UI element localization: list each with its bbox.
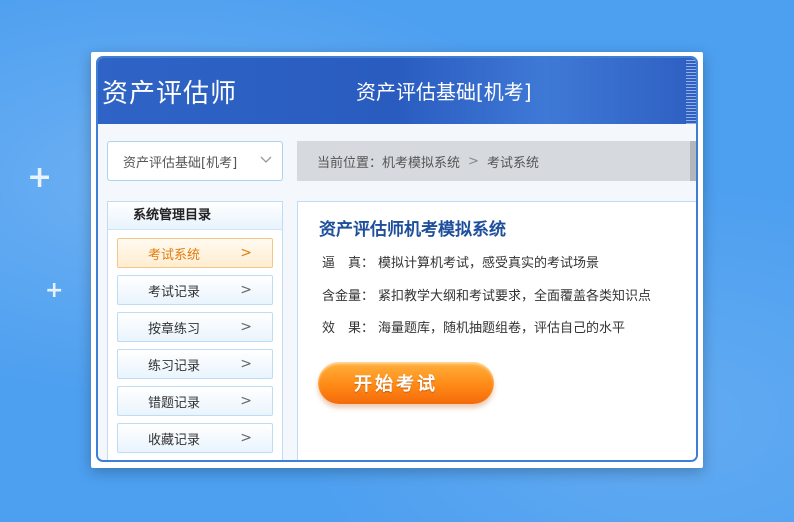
sidebar-menu: 考试系统 > 考试记录 > 按章练习 > 练习记录 > 错题记录 > 收藏记录 … xyxy=(108,230,282,453)
app-title: 资产评估师 xyxy=(102,79,238,109)
exam-window: 资产评估师 资产评估基础[机考] 资产评估基础[机考] 当前位置： 机考模拟系统… xyxy=(96,56,698,462)
breadcrumb-separator: > xyxy=(468,153,479,169)
feature-row: 效 果： 海量题库，随机抽题组卷，评估自己的水平 xyxy=(322,317,625,336)
header-banner: 资产评估师 资产评估基础[机考] xyxy=(98,58,696,124)
sidebar-title: 系统管理目录 xyxy=(108,202,282,230)
sidebar-item-label: 考试系统 xyxy=(148,247,201,263)
exam-title: 资产评估基础[机考] xyxy=(356,80,532,104)
feature-text: 海量题库，随机抽题组卷，评估自己的水平 xyxy=(378,321,626,336)
sidebar-item-label: 错题记录 xyxy=(148,395,201,411)
start-exam-button[interactable]: 开始考试 xyxy=(318,362,494,404)
breadcrumb-item[interactable]: 机考模拟系统 xyxy=(382,152,460,171)
sidebar-item-label: 按章练习 xyxy=(148,321,201,337)
sidebar-item-label: 考试记录 xyxy=(148,284,201,300)
chevron-right-icon: > xyxy=(240,282,252,298)
sidebar-item-exam-system[interactable]: 考试系统 > xyxy=(117,238,273,268)
breadcrumb-prefix: 当前位置： xyxy=(317,155,383,171)
chevron-right-icon: > xyxy=(240,430,252,446)
sidebar-item-label: 练习记录 xyxy=(148,358,201,374)
feature-text: 模拟计算机考试，感受真实的考试场景 xyxy=(378,256,600,271)
subject-select-value: 资产评估基础[机考] xyxy=(123,155,238,171)
sidebar-item-favorites[interactable]: 收藏记录 > xyxy=(117,423,273,453)
plus-icon: + xyxy=(45,278,64,303)
feature-row: 含金量： 紧扣教学大纲和考试要求，全面覆盖各类知识点 xyxy=(322,285,651,304)
feature-label: 逼 真： xyxy=(322,256,375,271)
sidebar-item-chapter-practice[interactable]: 按章练习 > xyxy=(117,312,273,342)
content-title: 资产评估师机考模拟系统 xyxy=(319,220,506,240)
breadcrumb-item[interactable]: 考试系统 xyxy=(487,152,539,171)
plus-icon: + xyxy=(27,160,53,195)
sidebar-item-practice-records[interactable]: 练习记录 > xyxy=(117,349,273,379)
main-content: 资产评估师机考模拟系统 逼 真： 模拟计算机考试，感受真实的考试场景 含金量： 紧扣… xyxy=(297,201,696,460)
feature-row: 逼 真： 模拟计算机考试，感受真实的考试场景 xyxy=(322,252,599,271)
chevron-right-icon: > xyxy=(240,245,252,261)
sidebar: 系统管理目录 考试系统 > 考试记录 > 按章练习 > 练习记录 > 错题记录 … xyxy=(107,201,283,460)
feature-text: 紧扣教学大纲和考试要求，全面覆盖各类知识点 xyxy=(378,289,652,304)
feature-label: 含金量： xyxy=(322,289,375,304)
chevron-right-icon: > xyxy=(240,319,252,335)
chevron-right-icon: > xyxy=(240,393,252,409)
chevron-down-icon xyxy=(260,153,272,169)
sidebar-item-wrong-questions[interactable]: 错题记录 > xyxy=(117,386,273,416)
chevron-right-icon: > xyxy=(240,356,252,372)
sidebar-item-exam-records[interactable]: 考试记录 > xyxy=(117,275,273,305)
subject-select[interactable]: 资产评估基础[机考] xyxy=(107,141,283,181)
feature-label: 效 果： xyxy=(322,321,375,336)
sidebar-item-label: 收藏记录 xyxy=(148,432,201,448)
breadcrumb: 当前位置： 机考模拟系统 > 考试系统 xyxy=(297,141,696,181)
